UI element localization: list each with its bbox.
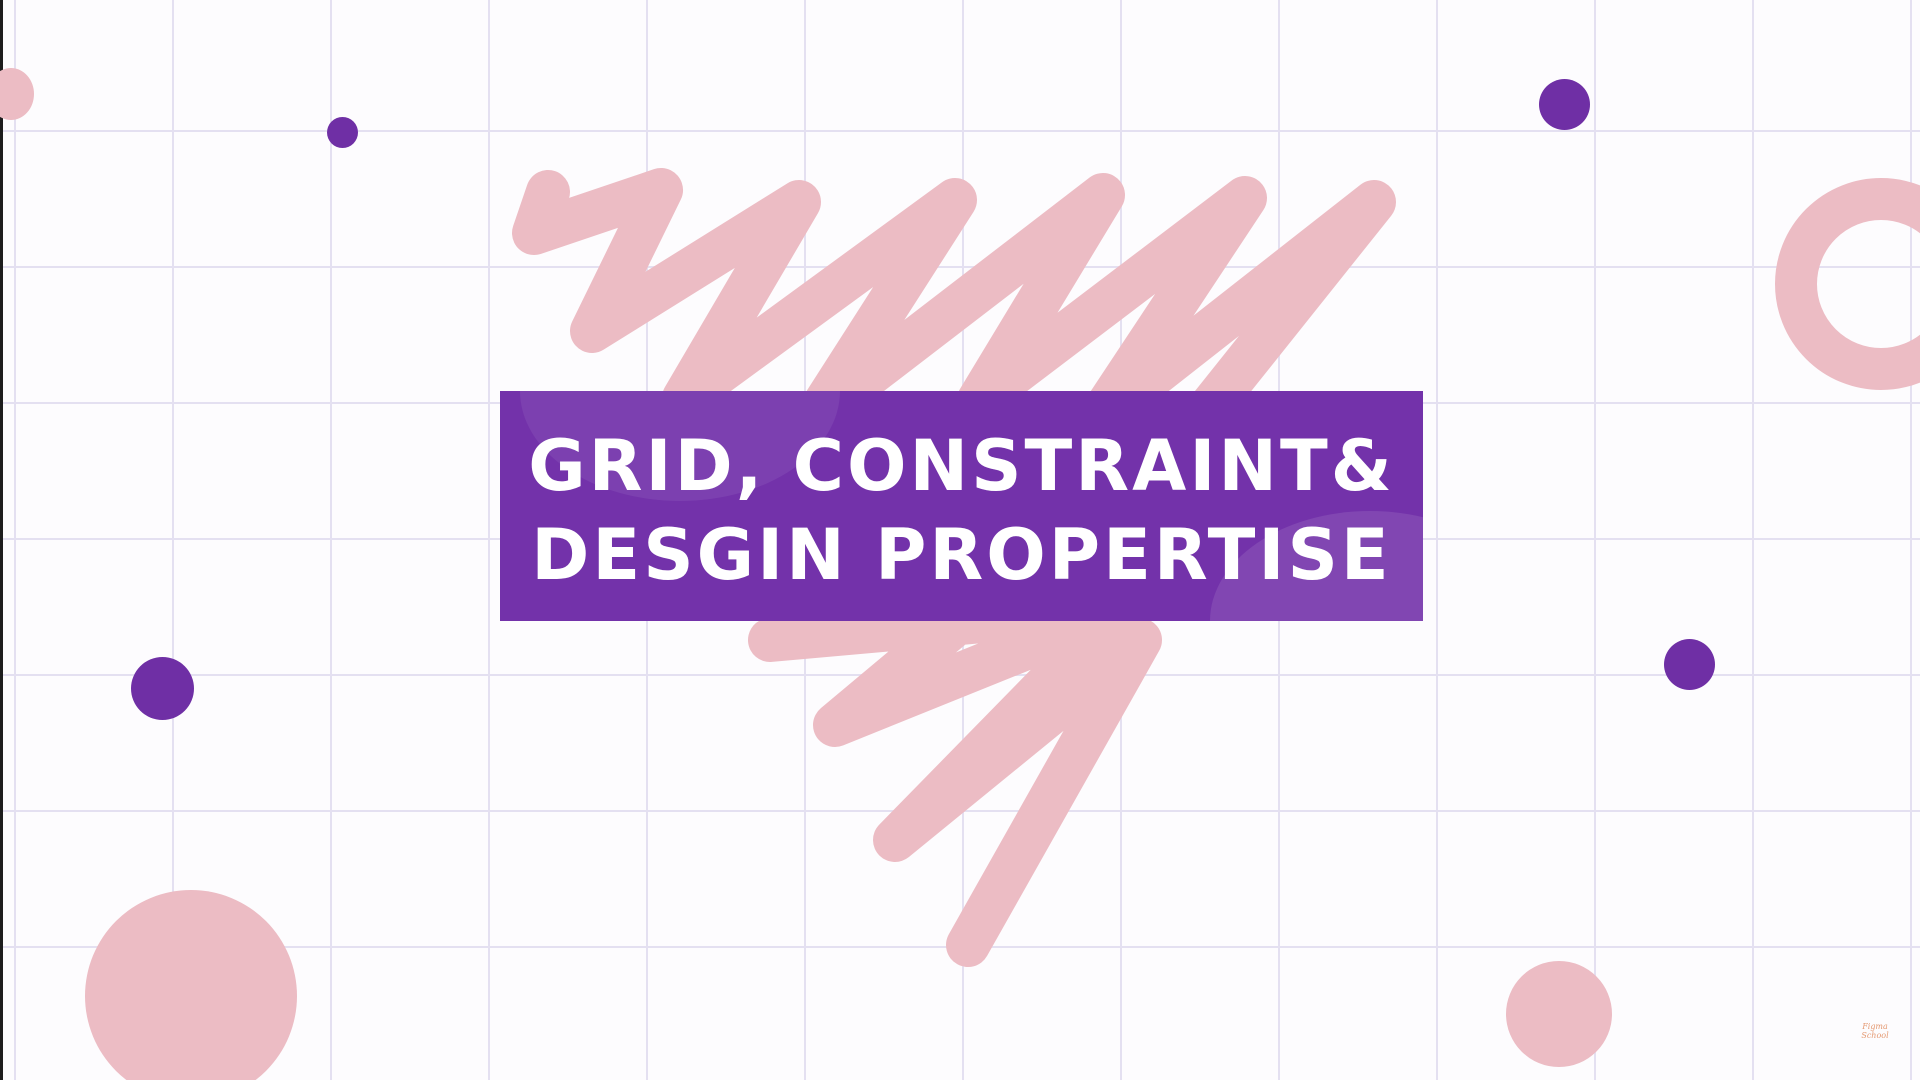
channel-watermark: Figma School xyxy=(1861,1022,1889,1040)
slide-canvas: GRID, CONSTRAINT& DESGIN PROPERTISE Figm… xyxy=(0,0,1920,1080)
title-banner: GRID, CONSTRAINT& DESGIN PROPERTISE xyxy=(500,391,1423,621)
title-line-2: DESGIN PROPERTISE xyxy=(531,514,1392,596)
title-line-1: GRID, CONSTRAINT& xyxy=(528,425,1395,507)
